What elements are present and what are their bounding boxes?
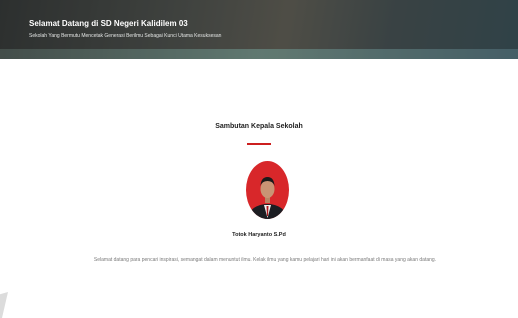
corner-decoration [0, 292, 8, 318]
title-accent-line [247, 143, 271, 145]
hero-bottom-strip [0, 49, 518, 59]
hero-banner: Selamat Datang di SD Negeri Kalidilem 03… [0, 0, 518, 59]
principal-portrait-image [247, 177, 288, 219]
hero-title: Selamat Datang di SD Negeri Kalidilem 03 [29, 19, 188, 28]
welcome-message: Selamat datang para pencari inspirasi, s… [93, 257, 437, 263]
principal-name: Totok Haryanto S.Pd [232, 232, 286, 238]
section-title: Sambutan Kepala Sekolah [215, 123, 303, 130]
principal-photo [246, 161, 289, 219]
hero-subtitle: Sekolah Yang Bermutu Mencetak Generasi B… [29, 33, 222, 39]
